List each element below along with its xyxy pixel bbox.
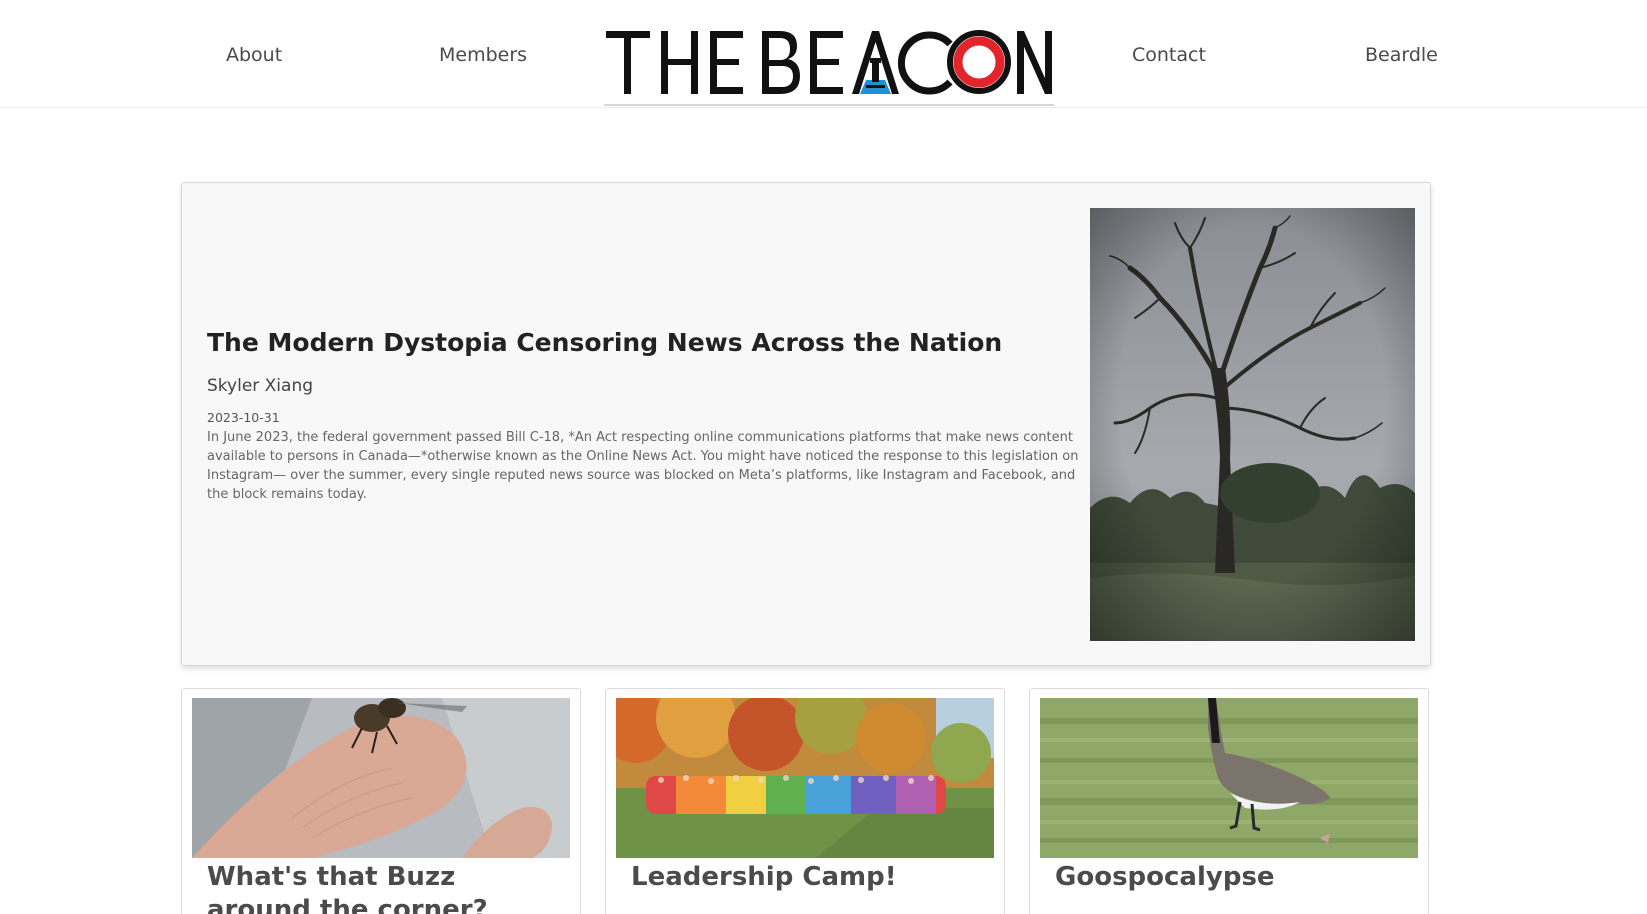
article-card[interactable]: Leadership Camp! (605, 688, 1005, 914)
goose-photo-icon (1040, 698, 1418, 858)
nav-beardle-link[interactable]: Beardle (1365, 44, 1438, 66)
site-logo[interactable] (604, 22, 1054, 106)
article-card-title[interactable]: What's that Buzz around the corner? (207, 861, 547, 914)
article-card-image[interactable] (192, 698, 570, 858)
featured-article-image[interactable] (1090, 208, 1415, 641)
featured-article-date: 2023-10-31 (207, 410, 280, 425)
article-card-image[interactable] (1040, 698, 1418, 858)
article-card[interactable]: Goospocalypse (1029, 688, 1429, 914)
article-card-title[interactable]: Goospocalypse (1055, 861, 1395, 894)
logo-underline (604, 104, 1054, 106)
featured-article-card[interactable]: The Modern Dystopia Censoring News Acros… (181, 182, 1431, 666)
bare-tree-photo-icon (1090, 208, 1415, 641)
article-card-title[interactable]: Leadership Camp! (631, 861, 971, 894)
site-header: About Members Contact Beardle (0, 0, 1647, 108)
nav-contact-link[interactable]: Contact (1132, 44, 1206, 66)
group-photo-autumn-icon (616, 698, 994, 858)
nav-about-link[interactable]: About (226, 44, 282, 66)
fly-on-finger-photo-icon (192, 698, 570, 858)
article-card[interactable]: What's that Buzz around the corner? (181, 688, 581, 914)
featured-article-excerpt: In June 2023, the federal government pas… (207, 430, 1079, 502)
beacon-logo-icon (606, 30, 1052, 95)
nav-members-link[interactable]: Members (439, 44, 527, 66)
featured-article-author: Skyler Xiang (207, 376, 314, 396)
article-card-image[interactable] (616, 698, 994, 858)
featured-article-title[interactable]: The Modern Dystopia Censoring News Acros… (207, 328, 1002, 357)
